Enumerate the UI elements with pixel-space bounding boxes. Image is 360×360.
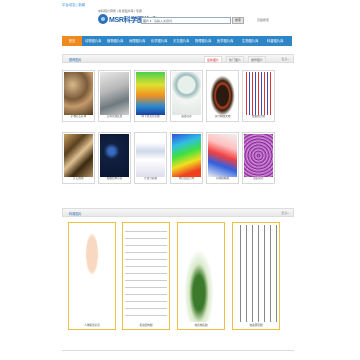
nav-item-3[interactable]: 地理图片库 [129, 36, 145, 46]
thumbnail-image [235, 225, 277, 322]
image-caption: 地下管道示意图 [141, 115, 160, 118]
image-card[interactable]: 矿物岩石标本 [62, 70, 95, 122]
thumbnail-image [208, 134, 237, 177]
image-caption: 人体解剖示意 [84, 324, 100, 327]
image-caption: 古代陶器文物 [214, 115, 231, 118]
image-card[interactable]: 电路原理图 [232, 222, 280, 330]
site-logo[interactable]: MSR科学图片库 [98, 13, 157, 26]
thumbnail-image [136, 134, 165, 177]
image-caption: 地形温度分布 [178, 177, 195, 180]
thumbnail-image [244, 134, 273, 177]
image-caption: 机械结构图 [139, 324, 153, 327]
nav-item-4[interactable]: 化学图片库 [151, 36, 167, 46]
image-card[interactable]: 地下管道示意图 [134, 70, 167, 122]
image-caption: 矿物岩石标本 [70, 115, 87, 118]
image-caption: 实验仪器装置 [106, 115, 123, 118]
image-caption: 光谱分析图 [144, 177, 157, 180]
image-caption: 菌落培养 [181, 115, 192, 118]
thumbnail-image [100, 134, 129, 177]
search-category-select[interactable]: 图片 ▾ [143, 19, 151, 23]
nav-item-5[interactable]: 天文图片库 [173, 36, 189, 46]
panel-title: 推荐图片 [69, 58, 82, 62]
image-caption: 风场模拟图 [216, 177, 229, 180]
search-input[interactable] [154, 18, 224, 23]
image-card[interactable]: 细胞结构示意 [98, 132, 131, 184]
thumbnail-image [244, 72, 273, 115]
more-link[interactable]: 更多» [281, 57, 289, 61]
image-card[interactable]: 地形温度分布 [170, 132, 203, 184]
image-caption: 数据统计图 [252, 115, 265, 118]
search-box: 图片 ▾ [141, 17, 231, 24]
nav-item-1[interactable]: 动物图片库 [85, 36, 101, 46]
image-card[interactable]: 菌落培养 [170, 70, 203, 122]
panel-header: 科普图片 更多» [62, 208, 294, 217]
thumbnail-image [180, 225, 222, 322]
thumbnail-image [172, 134, 201, 177]
image-card[interactable]: 风场模拟图 [206, 132, 239, 184]
science-panel: 科普图片 更多» 人体解剖示意 机械结构图 地质构造图 电路原理图 [62, 208, 294, 343]
thumbnail-image [71, 225, 113, 322]
panel-title: 科普图片 [69, 212, 82, 216]
image-caption: 地质构造图 [194, 324, 208, 327]
image-caption: 电路原理图 [249, 324, 263, 327]
logo-globe-icon [98, 14, 108, 24]
image-card[interactable]: 光谱分析图 [134, 132, 167, 184]
tab-latest[interactable]: 最新图片 [204, 56, 223, 63]
thumbnail-image [208, 72, 237, 115]
nav-item-8[interactable]: 生物图片库 [242, 36, 258, 46]
nav-item-7[interactable]: 医学图片库 [217, 36, 233, 46]
thumbnail-image [136, 72, 165, 115]
thumbnail-image [125, 225, 167, 322]
thumbnail-image [64, 72, 93, 115]
image-card[interactable]: 机械结构图 [122, 222, 170, 330]
tab-recommended[interactable]: 推荐图片 [248, 56, 267, 63]
image-caption: 矿石纹理 [73, 177, 84, 180]
top-strip: 平台动态 | 新闻 [0, 0, 360, 8]
thumbnail-image [100, 72, 129, 115]
nav-item-2[interactable]: 植物图片库 [107, 36, 123, 46]
nav-item-9[interactable]: 科普图片库 [267, 36, 283, 46]
nav-item-6[interactable]: 物理图片库 [195, 36, 211, 46]
panel-header: 推荐图片 最新图片 热门图片 推荐图片 更多» [62, 54, 294, 63]
advanced-search-link[interactable]: 高级搜索 [257, 18, 269, 22]
nav-item-home[interactable]: 首页 [62, 36, 82, 46]
image-card[interactable]: 组织切片 [242, 132, 275, 184]
image-caption: 细胞结构示意 [106, 177, 123, 180]
image-card[interactable]: 数据统计图 [242, 70, 275, 122]
recommended-panel: 推荐图片 最新图片 热门图片 推荐图片 更多» 矿物岩石标本 实验仪器装置 地下… [62, 54, 294, 204]
more-link[interactable]: 更多» [281, 211, 289, 215]
thumbnail-image [172, 72, 201, 115]
page: 平台动态 | 新闻 MSR科学图片库 中科院计算所 | 科普图片库 | 专题 图… [0, 0, 360, 360]
image-card[interactable]: 地质构造图 [177, 222, 225, 330]
main-nav: 首页 动物图片库 植物图片库 地理图片库 化学图片库 天文图片库 物理图片库 医… [62, 36, 292, 46]
tab-popular[interactable]: 热门图片 [226, 56, 245, 63]
image-card[interactable]: 人体解剖示意 [68, 222, 116, 330]
thumbnail-image [64, 134, 93, 177]
image-card[interactable]: 矿石纹理 [62, 132, 95, 184]
header-subtitle: 中科院计算所 | 科普图片库 | 专题 [98, 9, 142, 13]
search-button[interactable]: 搜索 [232, 17, 244, 24]
image-card[interactable]: 实验仪器装置 [98, 70, 131, 122]
footer-divider [62, 350, 294, 351]
top-tag-link[interactable]: 平台动态 | 新闻 [62, 2, 85, 7]
image-caption: 组织切片 [253, 177, 264, 180]
image-card[interactable]: 古代陶器文物 [206, 70, 239, 122]
